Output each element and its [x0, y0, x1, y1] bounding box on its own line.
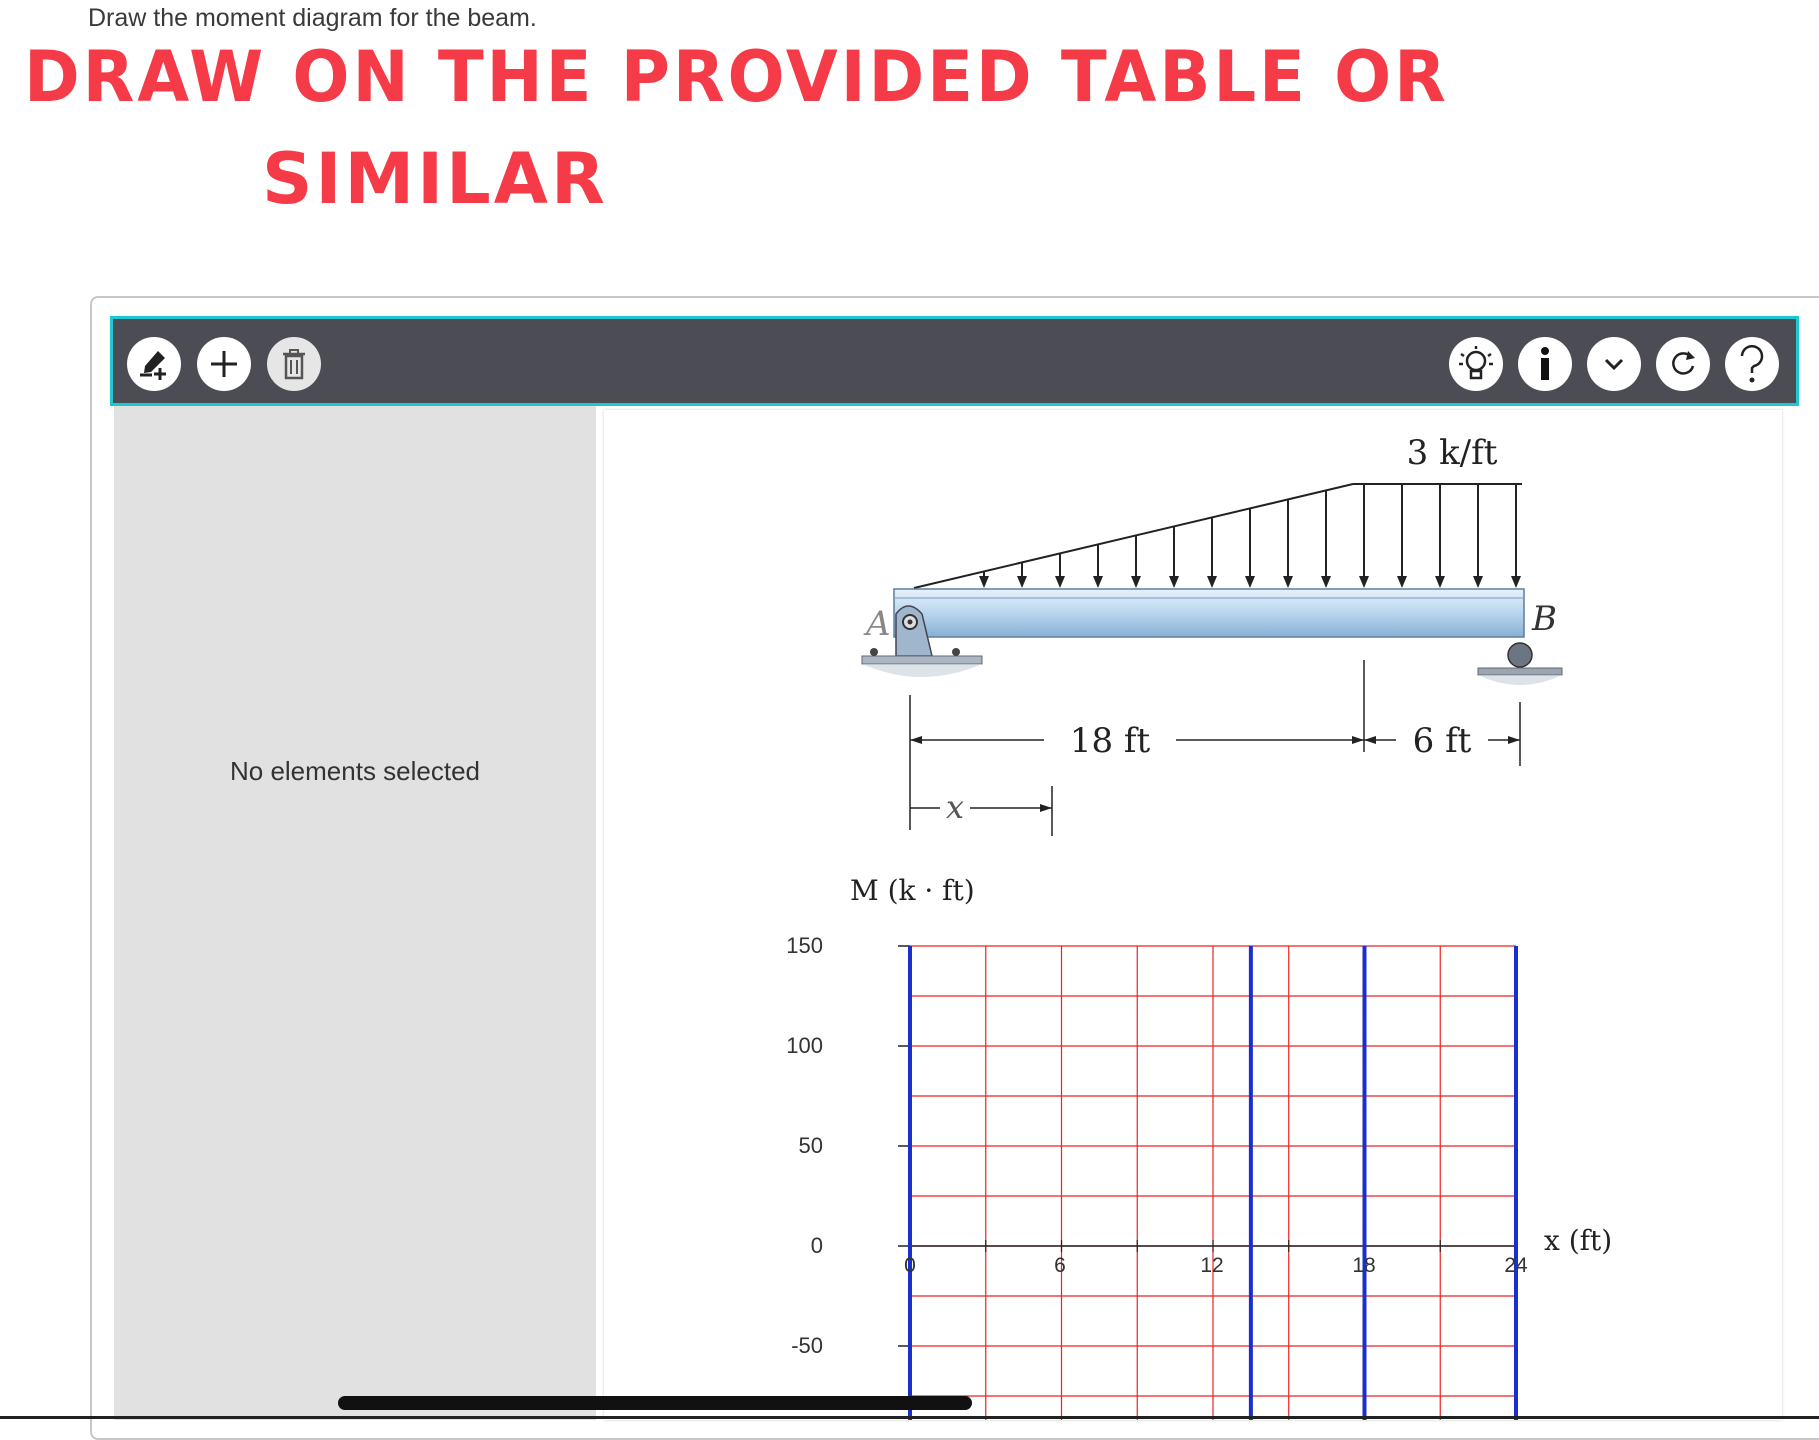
- y-tick-label: 50: [799, 1133, 823, 1158]
- y-tick-label: -50: [791, 1333, 823, 1358]
- load-arrow-head: [1169, 576, 1179, 588]
- info-icon: [1541, 347, 1549, 380]
- x-tick-label: 6: [1054, 1254, 1066, 1277]
- load-arrow-head: [979, 576, 989, 588]
- properties-side-panel: No elements selected: [114, 406, 596, 1420]
- y-tick-label: 100: [786, 1033, 823, 1058]
- delete-button[interactable]: [267, 337, 321, 391]
- bottom-divider: [0, 1416, 1819, 1419]
- redo-icon: [1672, 351, 1695, 375]
- help-question-icon: [1740, 344, 1764, 383]
- load-arrow-head: [1131, 576, 1141, 588]
- support-a-label: A: [863, 604, 891, 644]
- redo-button[interactable]: [1656, 337, 1710, 391]
- load-arrow-head: [1473, 576, 1483, 588]
- handwritten-note-line2: SIMILAR: [262, 138, 608, 220]
- span-ab-label: 18 ft: [1070, 721, 1151, 761]
- x-tick-label: 12: [1200, 1254, 1223, 1277]
- no-selection-message: No elements selected: [229, 756, 481, 786]
- pencil-add-button[interactable]: [127, 337, 181, 391]
- graph-grid: [909, 945, 1517, 1420]
- load-arrow-head: [1207, 576, 1217, 588]
- hint-button[interactable]: [1449, 337, 1503, 391]
- support-b-label: B: [1531, 599, 1557, 639]
- load-arrow-head: [1435, 576, 1445, 588]
- x-axis-label: x (ft): [1544, 1224, 1612, 1257]
- more-options-button[interactable]: [1587, 337, 1641, 391]
- load-arrow-head: [1511, 576, 1521, 588]
- lightbulb-hint-icon: [1459, 346, 1493, 380]
- load-arrow-head: [1093, 576, 1103, 588]
- moment-graph: M (k · ft) 150 100 50 0 -50 0 6 12 18 24…: [786, 874, 1612, 1420]
- moment-axis-label: M (k · ft): [850, 874, 975, 907]
- roller-support-b: [1477, 642, 1563, 685]
- drawing-canvas[interactable]: 3 k/ft A B 18 ft 6 ft x M (k · ft) 150 1…: [604, 410, 1782, 1420]
- load-intensity-label: 3 k/ft: [1407, 433, 1498, 473]
- trash-icon: [283, 349, 305, 380]
- beam-and-graph-svg: 3 k/ft A B 18 ft 6 ft x M (k · ft) 150 1…: [786, 433, 1612, 1420]
- load-arrow-head: [1359, 576, 1369, 588]
- help-button[interactable]: [1725, 337, 1779, 391]
- plus-icon: [211, 351, 237, 377]
- x-tick-label: 24: [1504, 1254, 1528, 1277]
- info-button[interactable]: [1518, 337, 1572, 391]
- overhang-label: 6 ft: [1413, 721, 1472, 761]
- graph-axes: [898, 945, 1517, 1420]
- y-tick-label: 150: [786, 933, 823, 958]
- load-arrow-head: [1397, 576, 1407, 588]
- drawing-toolbar: [110, 316, 1799, 406]
- y-tick-label: 0: [811, 1233, 823, 1258]
- x-tick-label: 18: [1352, 1254, 1375, 1277]
- handwritten-note-line1: DRAW ON THE PROVIDED TABLE OR: [24, 36, 1449, 118]
- load-arrow-head: [1245, 576, 1255, 588]
- beam-figure: 3 k/ft A B 18 ft 6 ft x: [861, 433, 1563, 836]
- load-arrow-head: [1055, 576, 1065, 588]
- distributed-load-arrows: [979, 484, 1521, 588]
- load-arrow-head: [1321, 576, 1331, 588]
- add-element-button[interactable]: [197, 337, 251, 391]
- question-text: Draw the moment diagram for the beam.: [88, 4, 537, 32]
- chevron-down-icon: [1604, 358, 1624, 371]
- horizontal-scrollbar[interactable]: [338, 1396, 972, 1410]
- pencil-add-icon: [140, 351, 166, 380]
- x-tick-label: 0: [904, 1254, 916, 1277]
- x-distance-label: x: [946, 788, 964, 826]
- load-arrow-head: [1017, 576, 1027, 588]
- beam-body: [893, 588, 1525, 638]
- load-arrow-head: [1283, 576, 1293, 588]
